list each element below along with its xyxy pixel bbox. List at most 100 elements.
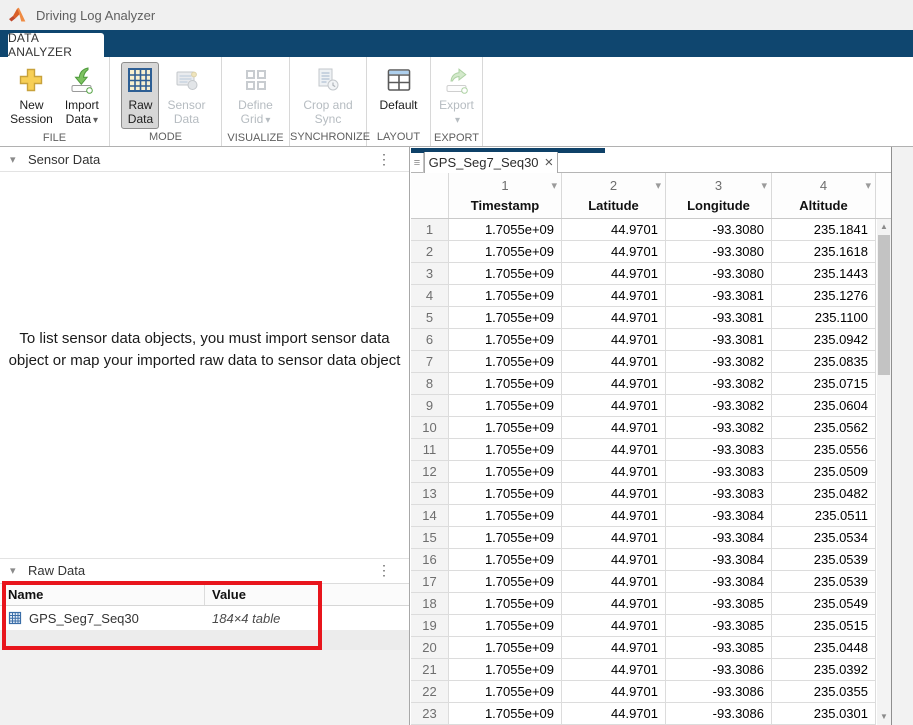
table-cell[interactable]: 44.9701	[562, 351, 666, 373]
table-cell[interactable]: 235.0549	[772, 593, 876, 615]
table-cell[interactable]: 44.9701	[562, 285, 666, 307]
table-cell[interactable]: 44.9701	[562, 373, 666, 395]
define-grid-button[interactable]: DefineGrid▾	[234, 62, 277, 131]
table-cell[interactable]: -93.3083	[666, 439, 772, 461]
row-number[interactable]: 5	[411, 307, 449, 329]
row-number[interactable]: 8	[411, 373, 449, 395]
vertical-scrollbar[interactable]: ▲ ▼	[877, 219, 891, 725]
table-cell[interactable]: 1.7055e+09	[449, 703, 562, 725]
table-cell[interactable]: 44.9701	[562, 681, 666, 703]
new-session-button[interactable]: NewSession	[6, 62, 57, 129]
table-cell[interactable]: 235.0539	[772, 571, 876, 593]
default-layout-button[interactable]: Default	[375, 62, 421, 115]
table-cell[interactable]: -93.3085	[666, 637, 772, 659]
row-number[interactable]: 6	[411, 329, 449, 351]
table-cell[interactable]: 235.0534	[772, 527, 876, 549]
row-number[interactable]: 2	[411, 241, 449, 263]
table-cell[interactable]: 235.0392	[772, 659, 876, 681]
table-cell[interactable]: 44.9701	[562, 483, 666, 505]
table-cell[interactable]: 235.0448	[772, 637, 876, 659]
row-number[interactable]: 4	[411, 285, 449, 307]
table-cell[interactable]: 44.9701	[562, 395, 666, 417]
table-cell[interactable]: 1.7055e+09	[449, 439, 562, 461]
row-number[interactable]: 19	[411, 615, 449, 637]
table-cell[interactable]: 44.9701	[562, 329, 666, 351]
table-cell[interactable]: 235.0715	[772, 373, 876, 395]
table-cell[interactable]: 235.0511	[772, 505, 876, 527]
table-cell[interactable]: 1.7055e+09	[449, 263, 562, 285]
table-cell[interactable]: 235.1100	[772, 307, 876, 329]
table-cell[interactable]: -93.3080	[666, 241, 772, 263]
table-cell[interactable]: -93.3081	[666, 329, 772, 351]
close-tab-icon[interactable]: ×	[545, 156, 554, 170]
table-cell[interactable]: 1.7055e+09	[449, 461, 562, 483]
table-cell[interactable]: -93.3086	[666, 681, 772, 703]
table-cell[interactable]: -93.3081	[666, 307, 772, 329]
table-cell[interactable]: 235.1276	[772, 285, 876, 307]
table-cell[interactable]: -93.3084	[666, 527, 772, 549]
table-cell[interactable]: 44.9701	[562, 505, 666, 527]
table-cell[interactable]: 235.0509	[772, 461, 876, 483]
row-number[interactable]: 17	[411, 571, 449, 593]
table-cell[interactable]: 44.9701	[562, 417, 666, 439]
row-number[interactable]: 11	[411, 439, 449, 461]
column-header-latitude[interactable]: 2▾ Latitude	[562, 173, 666, 218]
table-cell[interactable]: 1.7055e+09	[449, 527, 562, 549]
row-number[interactable]: 14	[411, 505, 449, 527]
row-number[interactable]: 1	[411, 219, 449, 241]
table-cell[interactable]: 44.9701	[562, 703, 666, 725]
tab-grip-icon[interactable]: ≡	[411, 153, 424, 173]
row-number[interactable]: 20	[411, 637, 449, 659]
table-cell[interactable]: 1.7055e+09	[449, 681, 562, 703]
table-cell[interactable]: -93.3083	[666, 483, 772, 505]
column-menu-icon[interactable]: ▾	[551, 176, 557, 196]
table-cell[interactable]: 44.9701	[562, 219, 666, 241]
table-cell[interactable]: -93.3085	[666, 615, 772, 637]
collapse-arrow-icon[interactable]: ▾	[10, 565, 22, 577]
row-number[interactable]: 16	[411, 549, 449, 571]
row-number[interactable]: 7	[411, 351, 449, 373]
table-cell[interactable]: 235.0515	[772, 615, 876, 637]
table-cell[interactable]: -93.3082	[666, 395, 772, 417]
table-cell[interactable]: -93.3086	[666, 703, 772, 725]
table-cell[interactable]: 235.1841	[772, 219, 876, 241]
column-header-altitude[interactable]: 4▾ Altitude	[772, 173, 876, 218]
table-cell[interactable]: 44.9701	[562, 615, 666, 637]
table-cell[interactable]: -93.3082	[666, 373, 772, 395]
table-cell[interactable]: 235.0556	[772, 439, 876, 461]
tab-gps-seg7-seq30[interactable]: GPS_Seg7_Seq30 ×	[424, 152, 558, 173]
panel-menu-icon[interactable]: ⋮	[377, 151, 391, 168]
column-menu-icon[interactable]: ▾	[865, 176, 871, 196]
row-number[interactable]: 10	[411, 417, 449, 439]
table-cell[interactable]: 1.7055e+09	[449, 329, 562, 351]
table-cell[interactable]: -93.3081	[666, 285, 772, 307]
row-number[interactable]: 21	[411, 659, 449, 681]
table-cell[interactable]: 1.7055e+09	[449, 637, 562, 659]
panel-menu-icon[interactable]: ⋮	[377, 562, 391, 579]
table-cell[interactable]: -93.3080	[666, 263, 772, 285]
raw-data-row[interactable]: GPS_Seg7_Seq30 184×4 table	[0, 606, 409, 630]
table-cell[interactable]: 235.0301	[772, 703, 876, 725]
table-cell[interactable]: 1.7055e+09	[449, 417, 562, 439]
table-cell[interactable]: 1.7055e+09	[449, 659, 562, 681]
sensor-data-button[interactable]: SensorData	[163, 62, 209, 129]
table-cell[interactable]: -93.3080	[666, 219, 772, 241]
table-cell[interactable]: 1.7055e+09	[449, 615, 562, 637]
table-cell[interactable]: 235.0942	[772, 329, 876, 351]
table-cell[interactable]: 235.0604	[772, 395, 876, 417]
row-number[interactable]: 23	[411, 703, 449, 725]
table-cell[interactable]: 44.9701	[562, 439, 666, 461]
table-cell[interactable]: 235.1618	[772, 241, 876, 263]
row-number[interactable]: 18	[411, 593, 449, 615]
table-cell[interactable]: 1.7055e+09	[449, 219, 562, 241]
table-cell[interactable]: 44.9701	[562, 637, 666, 659]
table-cell[interactable]: 1.7055e+09	[449, 241, 562, 263]
table-cell[interactable]: -93.3085	[666, 593, 772, 615]
row-number[interactable]: 12	[411, 461, 449, 483]
table-cell[interactable]: 44.9701	[562, 549, 666, 571]
table-cell[interactable]: 44.9701	[562, 263, 666, 285]
table-cell[interactable]: 1.7055e+09	[449, 373, 562, 395]
row-number[interactable]: 13	[411, 483, 449, 505]
table-cell[interactable]: 1.7055e+09	[449, 307, 562, 329]
table-cell[interactable]: -93.3084	[666, 505, 772, 527]
